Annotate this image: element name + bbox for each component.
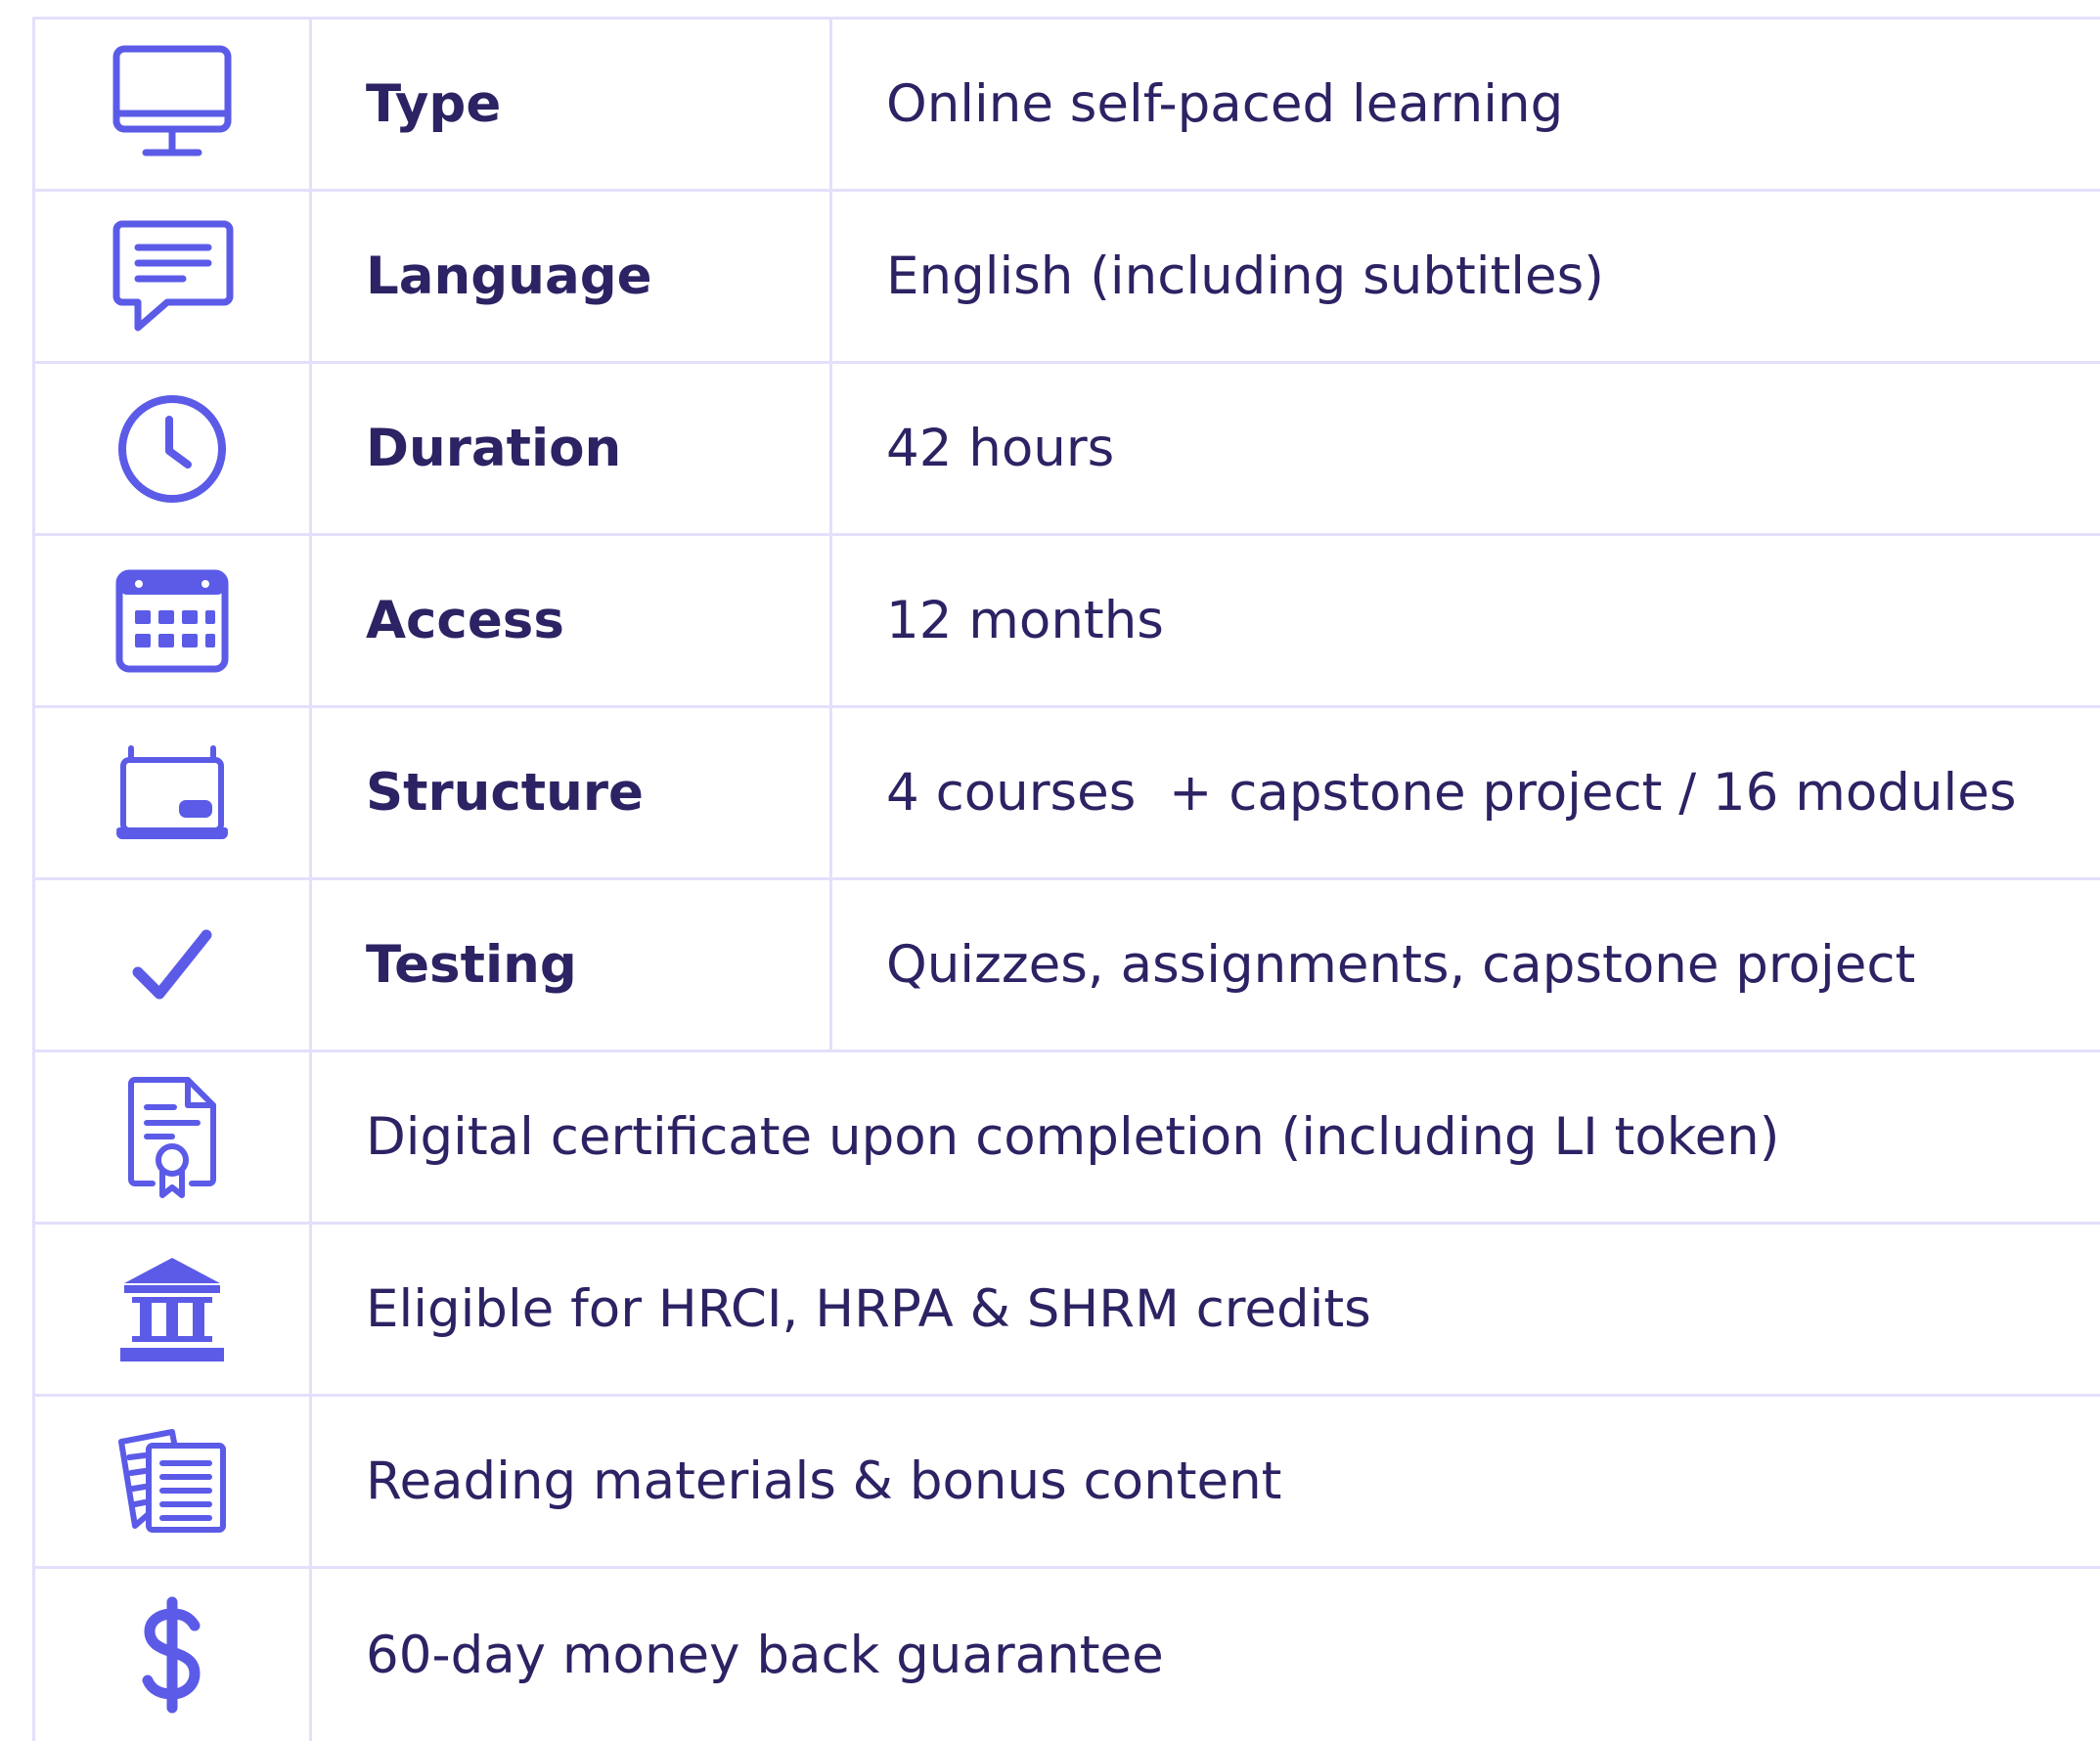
clock-icon [113, 390, 231, 508]
icon-cell [35, 708, 312, 877]
table-row: Reading materials & bonus content [35, 1397, 2100, 1569]
table-row: Digital certificate upon completion (inc… [35, 1052, 2100, 1225]
row-value: 4 courses + capstone project / 16 module… [886, 763, 2017, 823]
row-label: Structure [312, 708, 832, 877]
certificate-icon [123, 1074, 221, 1201]
monitor-icon [109, 41, 236, 168]
whiteboard-icon [113, 744, 231, 842]
dollar-icon [138, 1596, 206, 1714]
table-row: Duration 42 hours [35, 364, 2100, 536]
table-row: Language English (including subtitles) [35, 192, 2100, 364]
feature-text: Reading materials & bonus content [366, 1451, 1282, 1511]
icon-cell [35, 536, 312, 705]
icon-cell [35, 1397, 312, 1566]
calendar-icon [113, 567, 231, 675]
feature-text: 60-day money back guarantee [366, 1625, 1164, 1685]
row-value: Online self-paced learning [886, 74, 1564, 134]
row-value: 12 months [886, 591, 1164, 650]
icon-cell [35, 364, 312, 533]
table-row: Type Online self-paced learning [35, 20, 2100, 192]
feature-text: Digital certificate upon completion (inc… [366, 1107, 1780, 1167]
icon-cell [35, 1225, 312, 1394]
table-row: Testing Quizzes, assignments, capstone p… [35, 880, 2100, 1052]
icon-cell [35, 20, 312, 189]
table-row: Structure 4 courses + capstone project /… [35, 708, 2100, 880]
row-value: English (including subtitles) [886, 246, 1604, 306]
icon-cell [35, 1052, 312, 1222]
table-row: Eligible for HRCI, HRPA & SHRM credits [35, 1225, 2100, 1397]
chat-bubble-icon [109, 218, 236, 335]
row-label: Language [312, 192, 832, 361]
course-info-table: Type Online self-paced learning Language… [32, 17, 2100, 1741]
icon-cell [35, 1569, 312, 1741]
row-label: Access [312, 536, 832, 705]
table-row: 60-day money back guarantee [35, 1569, 2100, 1741]
feature-text: Eligible for HRCI, HRPA & SHRM credits [366, 1279, 1371, 1339]
row-label: Duration [312, 364, 832, 533]
reading-materials-icon [113, 1428, 231, 1536]
icon-cell [35, 192, 312, 361]
row-value: 42 hours [886, 419, 1115, 478]
row-label: Testing [312, 880, 832, 1049]
institution-icon [118, 1254, 226, 1365]
icon-cell [35, 880, 312, 1049]
table-row: Access 12 months [35, 536, 2100, 708]
row-label: Type [312, 20, 832, 189]
checkmark-icon [128, 921, 216, 1009]
row-value: Quizzes, assignments, capstone project [886, 935, 1916, 995]
